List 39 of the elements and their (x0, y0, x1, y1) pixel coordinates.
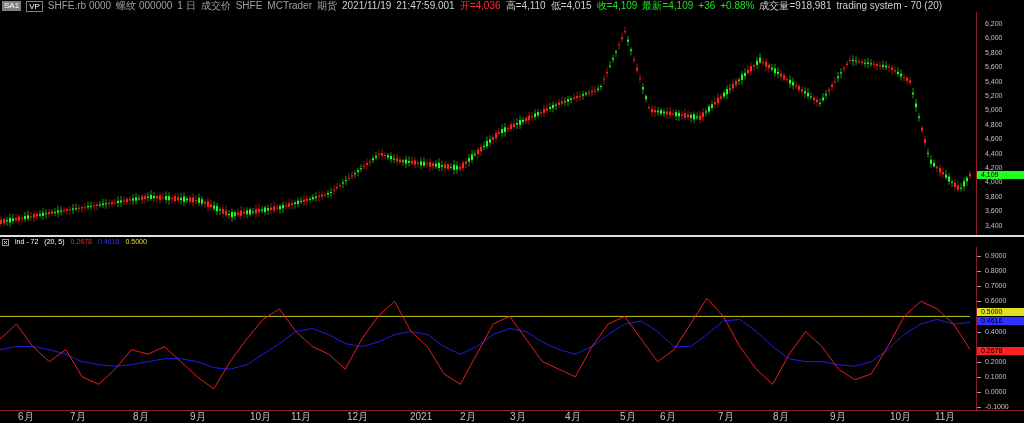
close-icon[interactable] (2, 238, 9, 246)
time-axis-label: 6月 (660, 411, 676, 423)
header-field: MCTrader (267, 0, 312, 12)
time-axis-label: 9月 (830, 411, 846, 423)
time-axis-label: 9月 (190, 411, 206, 423)
time-axis-label: 12月 (347, 411, 369, 423)
time-axis-label: 10月 (250, 411, 272, 423)
header-field: 期货 (317, 0, 337, 12)
header-field: SHFE (235, 0, 263, 12)
header-field: 21:47:59.001 (396, 0, 455, 12)
time-axis-label: 7月 (718, 411, 734, 423)
time-axis-label: 7月 (70, 411, 86, 423)
symbol-button[interactable]: SA1 (2, 1, 22, 11)
header-field: 低=4,015 (550, 0, 592, 12)
time-axis-label: 11月 (291, 411, 312, 423)
header-field: 1 日 (177, 0, 196, 12)
header-field: 成交量=918,981 (759, 0, 832, 12)
header-field: 开=4,036 (459, 0, 501, 12)
time-axis-label: 2021 (410, 411, 433, 423)
time-axis-label: 8月 (773, 411, 789, 423)
header-field: 高=4,110 (505, 0, 546, 12)
time-axis-label: 5月 (620, 411, 636, 423)
header-field: 2021/11/19 (342, 0, 392, 12)
header-field: 收=4,109 (596, 0, 638, 12)
header-field: 螺纹 000000 (116, 0, 173, 12)
time-axis-label: 4月 (565, 411, 581, 423)
time-axis-label: 10月 (890, 411, 912, 423)
time-axis-label: 6月 (18, 411, 34, 423)
time-axis-label: 3月 (510, 411, 526, 423)
header-field: +36 (698, 0, 716, 12)
header-field: SHFE.rb 0000 (47, 0, 112, 12)
header-field: 最新=4,109 (642, 0, 694, 12)
time-axis-label: 11月 (935, 411, 956, 423)
vp-button[interactable]: VP (26, 0, 43, 12)
header-field: 成交价 (200, 0, 231, 12)
time-axis-label: 8月 (133, 411, 149, 423)
header-field: +0.88% (720, 0, 755, 12)
time-axis-label: 2月 (460, 411, 476, 423)
header-field: trading system - 70 (20) (836, 0, 943, 12)
